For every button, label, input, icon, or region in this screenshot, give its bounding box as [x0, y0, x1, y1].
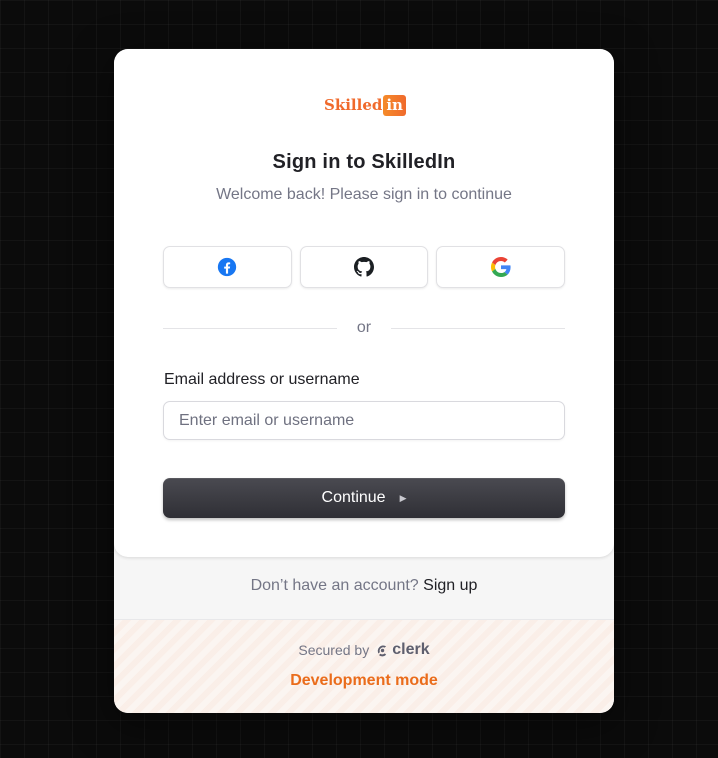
secured-by-text: Secured by — [298, 642, 370, 658]
divider-line-left — [163, 327, 337, 329]
divider-line-right — [391, 327, 566, 329]
signup-prompt-text: Don’t have an account? — [250, 577, 419, 594]
play-arrow-icon: ▶ — [399, 492, 407, 503]
divider-label: or — [356, 319, 372, 336]
continue-button-label: Continue — [321, 489, 386, 506]
facebook-icon — [217, 257, 237, 277]
github-login-button[interactable] — [299, 246, 429, 288]
clerk-logo-text: clerk — [392, 641, 430, 658]
social-login-row — [163, 246, 566, 288]
sign-up-link[interactable]: Sign up — [423, 577, 477, 594]
facebook-login-button[interactable] — [163, 246, 292, 288]
secured-by-badge: Secured by clerk — [114, 641, 614, 659]
skilledin-logo: Skilled in — [324, 94, 406, 116]
or-divider: or — [163, 317, 566, 339]
signup-prompt: Don’t have an account? Sign up — [114, 577, 614, 595]
email-field[interactable] — [163, 401, 565, 440]
development-mode-label: Development mode — [290, 672, 438, 689]
logo-text-skilled: Skilled — [324, 96, 383, 114]
logo-text-in: in — [383, 94, 406, 116]
dev-mode-footer: Secured by clerk Development mode — [114, 619, 614, 713]
clerk-logo[interactable]: clerk — [375, 641, 430, 659]
email-field-label: Email address or username — [164, 371, 360, 388]
github-icon — [354, 257, 374, 277]
sign-in-form-panel: Skilled in Sign in to SkilledIn Welcome b… — [114, 49, 614, 557]
continue-button[interactable]: Continue ▶ — [163, 478, 565, 518]
google-login-button[interactable] — [436, 246, 566, 288]
page-subtitle: Welcome back! Please sign in to continue — [216, 186, 512, 203]
clerk-icon — [378, 644, 387, 656]
google-icon — [490, 257, 511, 277]
sign-in-card: Skilled in Sign in to SkilledIn Welcome b… — [114, 49, 614, 713]
page-title: Sign in to SkilledIn — [272, 151, 456, 173]
